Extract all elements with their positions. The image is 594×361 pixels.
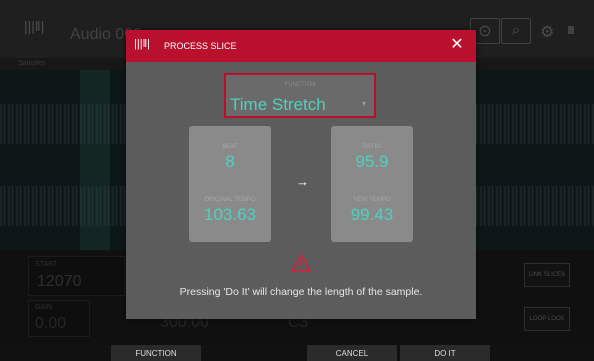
target-params-card: RATIO 95.9 NEW TEMPO 99.43 [331, 126, 413, 242]
function-label: FUNCTION [284, 82, 316, 88]
waveform-icon: |||‖| [134, 38, 150, 50]
new-tempo-label: NEW TEMPO [353, 197, 391, 203]
beat-value[interactable]: 8 [189, 152, 271, 172]
beat-label: BEAT [222, 144, 238, 150]
function-select[interactable]: FUNCTION Time Stretch ▾ [224, 73, 376, 118]
original-tempo-value[interactable]: 103.63 [189, 205, 271, 225]
arrow-right-icon: → [296, 174, 309, 189]
ratio-label: RATIO [363, 144, 381, 150]
warning-icon [291, 254, 311, 272]
ratio-value[interactable]: 95.9 [331, 152, 413, 172]
dialog-title: PROCESS SLICE [164, 41, 237, 51]
dialog-header: |||‖| PROCESS SLICE ✕ [126, 30, 476, 62]
chevron-down-icon: ▾ [361, 99, 366, 108]
close-icon[interactable]: ✕ [448, 36, 466, 54]
new-tempo-value[interactable]: 99.43 [331, 205, 413, 225]
original-tempo-label: ORIGINAL TEMPO [204, 197, 256, 203]
do-it-button[interactable]: DO IT [400, 345, 490, 361]
warning-message: Pressing 'Do It' will change the length … [179, 286, 423, 298]
cancel-button[interactable]: CANCEL [307, 345, 397, 361]
source-params-card: BEAT 8 ORIGINAL TEMPO 103.63 [189, 126, 271, 242]
function-button[interactable]: FUNCTION [111, 345, 201, 361]
footer-bar [0, 345, 594, 361]
process-slice-dialog: |||‖| PROCESS SLICE ✕ FUNCTION Time Stre… [126, 30, 476, 319]
function-value: Time Stretch [230, 95, 326, 114]
